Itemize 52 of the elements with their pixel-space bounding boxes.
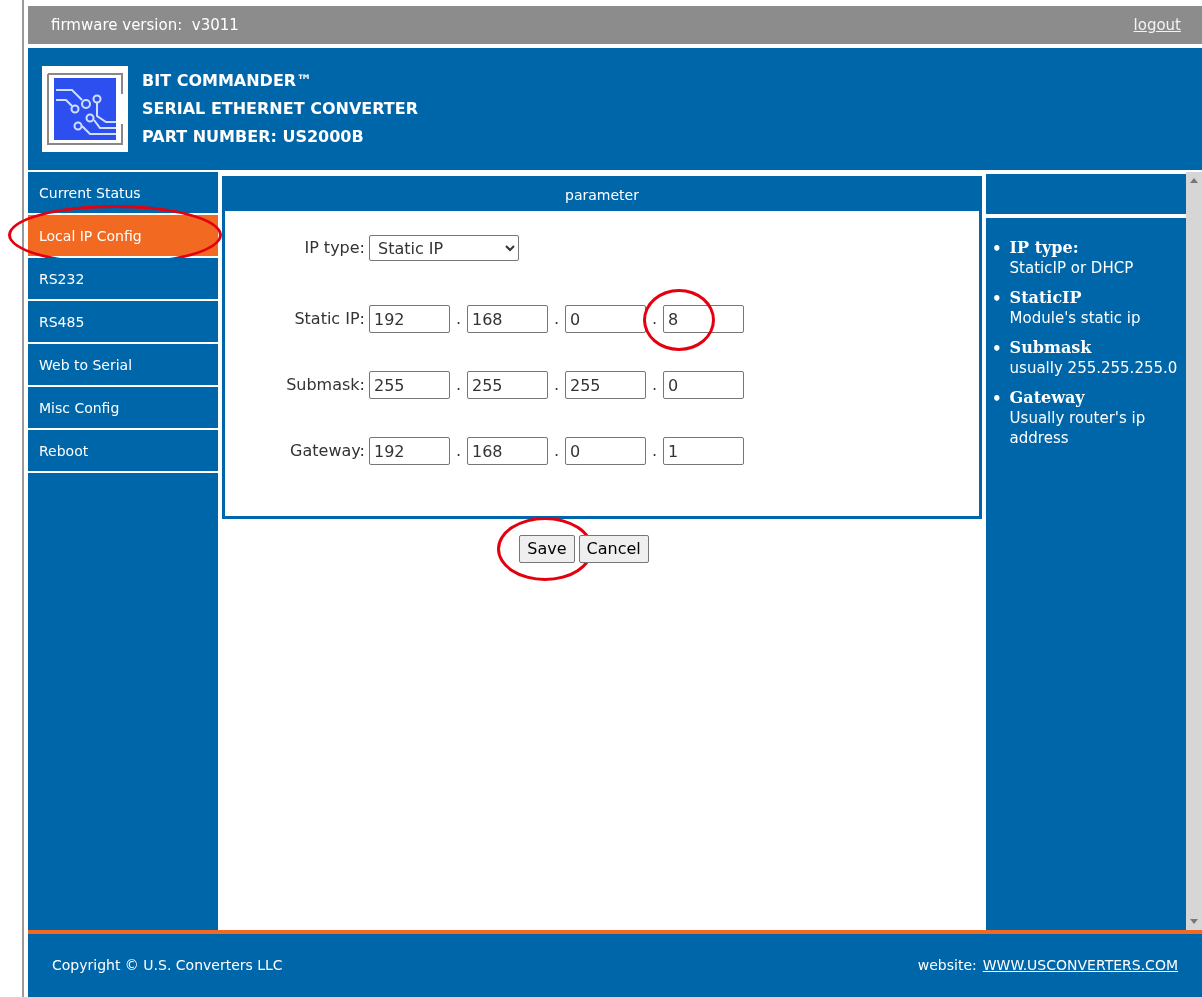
dot-separator: . — [552, 440, 561, 462]
panel-title: parameter — [565, 185, 639, 205]
help-text: StaticIP or DHCP — [1009, 258, 1134, 278]
scroll-down-icon — [1190, 919, 1198, 924]
copyright-text: Copyright © U.S. Converters LLC — [52, 956, 283, 975]
help-text: usually 255.255.255.0 — [1009, 358, 1178, 378]
help-text: Usually router's ip address — [1009, 408, 1147, 448]
header-title: BIT COMMANDER™ — [142, 70, 314, 92]
header-title: PART NUMBER: US2000B — [142, 126, 365, 148]
dot-separator: . — [454, 374, 463, 396]
field-label: Gateway: — [289, 440, 366, 462]
ip-octet-field[interactable]: 255 — [467, 371, 548, 399]
ip-octet-field[interactable]: 8 — [663, 305, 744, 333]
bullet: • — [992, 289, 1002, 310]
ip-octet-field[interactable]: 192 — [369, 305, 450, 333]
dot-separator: . — [650, 374, 659, 396]
field-label: Submask: — [285, 374, 366, 396]
scroll-up-icon — [1190, 178, 1198, 183]
form-button[interactable]: Cancel — [578, 535, 649, 563]
sidebar-item[interactable]: RS232 — [28, 258, 218, 301]
field-label: Static IP: — [293, 308, 366, 330]
form-button[interactable]: Save — [519, 535, 575, 563]
ip-octet-field[interactable]: 168 — [467, 305, 548, 333]
ip-octet-field[interactable]: 192 — [369, 437, 450, 465]
help-term: Gateway — [1009, 388, 1086, 408]
firmware-version: firmware version: v3011 — [51, 14, 239, 36]
ip-octet-field[interactable]: 255 — [565, 371, 646, 399]
website-label: website: — [917, 956, 977, 975]
ip-type-select[interactable]: Static IP — [369, 235, 519, 261]
bullet: • — [992, 389, 1002, 410]
bullet: • — [992, 239, 1002, 260]
dot-separator: . — [454, 440, 463, 462]
help-text: Module's static ip — [1009, 308, 1141, 328]
ip-octet-field[interactable]: 0 — [565, 437, 646, 465]
dot-separator: . — [650, 308, 659, 330]
ip-octet-field[interactable]: 1 — [663, 437, 744, 465]
dot-separator: . — [650, 440, 659, 462]
header-title: SERIAL ETHERNET CONVERTER — [142, 98, 418, 120]
dot-separator: . — [552, 308, 561, 330]
ip-octet-field[interactable]: 168 — [467, 437, 548, 465]
ip-octet-field[interactable]: 255 — [369, 371, 450, 399]
help-term: Submask — [1009, 338, 1093, 358]
help-term: IP type: — [1009, 238, 1080, 258]
website-link[interactable]: WWW.USCONVERTERS.COM — [982, 955, 1178, 976]
bullet: • — [992, 339, 1002, 360]
circuit-logo-icon — [42, 66, 128, 152]
field-label: IP type: — [303, 237, 366, 259]
ip-octet-field[interactable]: 0 — [663, 371, 744, 399]
help-term: StaticIP — [1009, 288, 1083, 308]
dot-separator: . — [552, 374, 561, 396]
ip-octet-field[interactable]: 0 — [565, 305, 646, 333]
dot-separator: . — [454, 308, 463, 330]
